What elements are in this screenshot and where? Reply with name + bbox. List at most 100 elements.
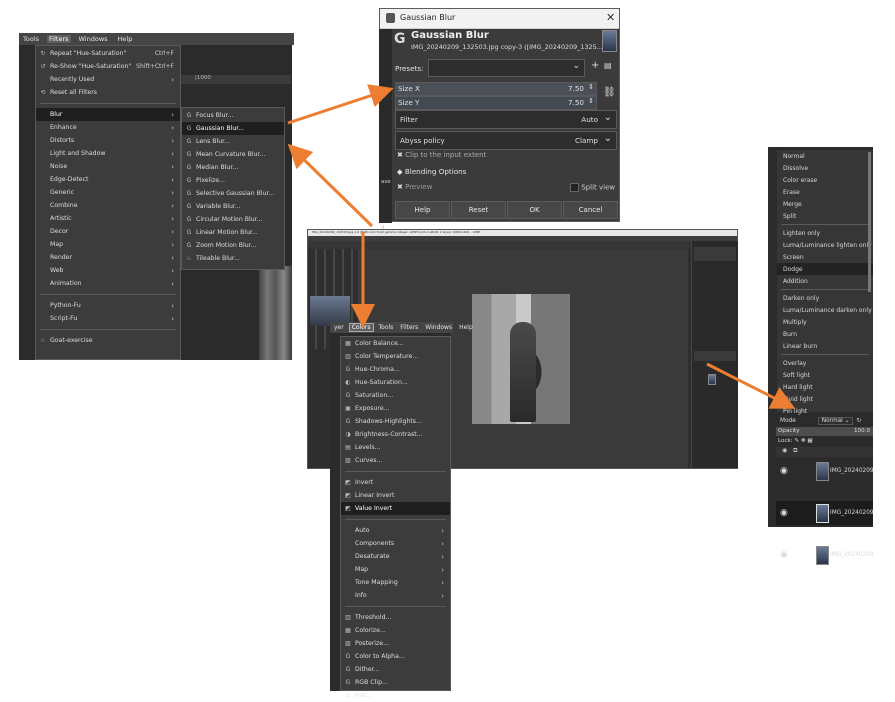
blend-mode-item[interactable]: Split <box>777 210 873 222</box>
size-x-field[interactable]: Size X 7.50 ⇕ <box>395 82 597 96</box>
menu-item-repeat[interactable]: ↻ Repeat "Hue-Saturation" Ctrl+F <box>36 47 180 60</box>
spinner-icon[interactable]: ⇕ <box>588 97 594 105</box>
ok-button[interactable]: OK <box>507 201 562 219</box>
chain-link-icon[interactable]: ⛓ <box>603 87 616 98</box>
reset-button[interactable]: Reset <box>451 201 506 219</box>
menu-item-generic[interactable]: Generic › <box>36 186 180 199</box>
menu-item-light-shadow[interactable]: Light and Shadow › <box>36 147 180 160</box>
menubar-windows[interactable]: Windows <box>423 324 454 331</box>
close-icon[interactable]: ✕ <box>606 11 615 24</box>
opacity-slider[interactable]: Opacity 100.0 <box>776 427 873 436</box>
color-item-auto[interactable]: Auto › <box>341 524 450 537</box>
color-item-tone-mapping[interactable]: Tone Mapping › <box>341 576 450 589</box>
menubar-filters[interactable]: Filters <box>47 35 71 43</box>
color-item-hue-chroma[interactable]: G Hue-Chroma... <box>341 363 450 376</box>
menu-item-noise[interactable]: Noise › <box>36 160 180 173</box>
menu-item-combine[interactable]: Combine › <box>36 199 180 212</box>
menubar-filters[interactable]: Filters <box>398 324 420 331</box>
color-item-rgb-clip[interactable]: G RGB Clip... <box>341 676 450 689</box>
blend-mode-item[interactable]: Multiply <box>777 316 873 328</box>
visibility-eye-icon[interactable]: ◉ <box>780 508 788 518</box>
color-item-hot[interactable]: ♘ Hot... <box>341 689 450 702</box>
blur-item-variable[interactable]: G Variable Blur... <box>182 200 284 213</box>
color-item-shadows-highlights[interactable]: G Shadows-Highlights... <box>341 415 450 428</box>
blur-item-selective-gaussian[interactable]: G Selective Gaussian Blur... <box>182 187 284 200</box>
menubar-help[interactable]: Help <box>457 324 475 331</box>
layer-row[interactable]: ◉ IMG_20240209 <box>776 459 874 483</box>
color-item-value-invert[interactable]: ◩ Value Invert <box>341 502 450 515</box>
menu-item-artistic[interactable]: Artistic › <box>36 212 180 225</box>
menubar-windows[interactable]: Windows <box>77 35 110 43</box>
mode-reset-icon[interactable]: ↻ <box>856 418 861 424</box>
menu-item-web[interactable]: Web › <box>36 264 180 277</box>
blend-mode-item[interactable]: Hard light <box>777 381 873 393</box>
menu-item-python-fu[interactable]: Python-Fu › <box>36 299 180 312</box>
blur-item-lens[interactable]: G Lens Blur... <box>182 135 284 148</box>
presets-dropdown[interactable]: ⌄ <box>428 59 585 77</box>
menubar-tools[interactable]: Tools <box>21 35 41 43</box>
color-item-linear-invert[interactable]: ◩ Linear Invert <box>341 489 450 502</box>
menu-item-goat-exercise[interactable]: ♘ Goat-exercise <box>36 334 180 347</box>
layer-row-active[interactable]: ◉ IMG_20240209 <box>776 501 874 525</box>
cancel-button[interactable]: Cancel <box>563 201 618 219</box>
blend-mode-item[interactable]: Linear burn <box>777 340 873 352</box>
color-item-desaturate[interactable]: Desaturate › <box>341 550 450 563</box>
color-item-brightness-contrast[interactable]: ◑ Brightness-Contrast... <box>341 428 450 441</box>
blend-mode-item[interactable]: Luma/Luminance lighten only <box>777 239 873 251</box>
color-item-threshold[interactable]: ▥ Threshold... <box>341 611 450 624</box>
blur-item-zoom-motion[interactable]: G Zoom Motion Blur... <box>182 239 284 252</box>
lock-position-icon[interactable]: ✥ <box>801 438 806 444</box>
color-item-posterize[interactable]: ▨ Posterize... <box>341 637 450 650</box>
blur-item-focus[interactable]: G Focus Blur... <box>182 109 284 122</box>
blend-mode-item[interactable]: Erase <box>777 186 873 198</box>
menu-item-decor[interactable]: Decor › <box>36 225 180 238</box>
preset-menu-icon[interactable]: ▤ <box>604 61 612 70</box>
blur-item-gaussian[interactable]: G Gaussian Blur... <box>182 122 284 135</box>
menu-item-reshow[interactable]: ↺ Re-Show "Hue-Saturation" Shift+Ctrl+F <box>36 60 180 73</box>
blend-mode-item[interactable]: Burn <box>777 328 873 340</box>
color-item-map[interactable]: Map › <box>341 563 450 576</box>
lock-pixels-icon[interactable]: ✎ <box>794 438 799 444</box>
size-y-field[interactable]: Size Y 7.50 ⇕ <box>395 96 597 110</box>
color-item-saturation[interactable]: G Saturation... <box>341 389 450 402</box>
color-item-curves[interactable]: ▧ Curves... <box>341 454 450 467</box>
blend-mode-item[interactable]: Luma/Luminance darken only <box>777 304 873 316</box>
preview-checkbox[interactable]: ✖ Preview <box>397 183 432 191</box>
split-view-checkbox[interactable]: Split view <box>570 183 615 192</box>
menubar-tools[interactable]: Tools <box>377 324 396 331</box>
visibility-eye-icon[interactable]: ◉ <box>780 466 788 476</box>
menu-item-recently-used[interactable]: Recently Used › <box>36 73 180 86</box>
menu-item-render[interactable]: Render › <box>36 251 180 264</box>
color-item-info[interactable]: Info › <box>341 589 450 602</box>
menu-item-reset-filters[interactable]: ⟲ Reset all Filters <box>36 86 180 99</box>
color-item-dither[interactable]: G Dither... <box>341 663 450 676</box>
color-item-invert[interactable]: ◩ Invert <box>341 476 450 489</box>
blend-mode-item[interactable]: Vivid light <box>777 393 873 405</box>
layer-row[interactable]: ◉ IMG_20240209 <box>776 543 874 567</box>
color-item-colorize[interactable]: ▦ Colorize... <box>341 624 450 637</box>
color-item-temperature[interactable]: ▥ Color Temperature... <box>341 350 450 363</box>
blending-options-expander[interactable]: ◆ Blending Options <box>397 167 466 176</box>
filter-dropdown[interactable]: Filter Auto ⌄ <box>395 110 617 129</box>
blur-item-mean-curvature[interactable]: G Mean Curvature Blur... <box>182 148 284 161</box>
blend-mode-item[interactable]: Soft light <box>777 369 873 381</box>
blend-mode-item[interactable]: Color erase <box>777 174 873 186</box>
color-item-balance[interactable]: ▦ Color Balance... <box>341 337 450 350</box>
blend-mode-item[interactable]: Addition <box>777 275 873 287</box>
color-item-levels[interactable]: ▤ Levels... <box>341 441 450 454</box>
menu-item-animation[interactable]: Animation › <box>36 277 180 290</box>
menu-item-edge-detect[interactable]: Edge-Detect › <box>36 173 180 186</box>
menubar-help[interactable]: Help <box>116 35 135 43</box>
help-button[interactable]: Help <box>395 201 450 219</box>
blur-item-circular-motion[interactable]: G Circular Motion Blur... <box>182 213 284 226</box>
color-item-color-to-alpha[interactable]: G Color to Alpha... <box>341 650 450 663</box>
menu-item-enhance[interactable]: Enhance › <box>36 121 180 134</box>
blend-mode-item[interactable]: Lighten only <box>777 227 873 239</box>
blend-mode-item[interactable]: Dissolve <box>777 162 873 174</box>
spinner-icon[interactable]: ⇕ <box>588 83 594 91</box>
color-item-hue-saturation[interactable]: ◐ Hue-Saturation... <box>341 376 450 389</box>
visibility-eye-icon[interactable]: ◉ <box>780 550 788 560</box>
blend-mode-item[interactable]: Overlay <box>777 357 873 369</box>
lock-alpha-icon[interactable]: ▦ <box>807 438 812 444</box>
menu-item-distorts[interactable]: Distorts › <box>36 134 180 147</box>
